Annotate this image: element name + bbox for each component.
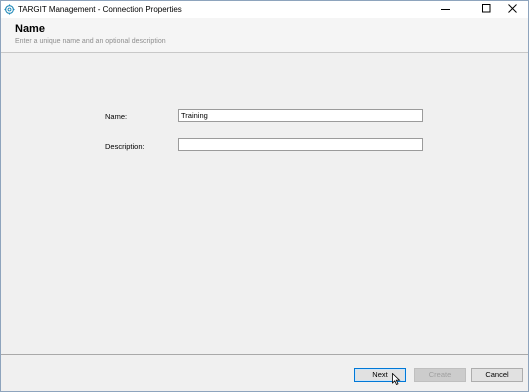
maximize-button[interactable] <box>474 1 501 18</box>
mouse-cursor-icon <box>392 373 401 385</box>
description-field[interactable] <box>178 138 423 151</box>
cancel-button[interactable]: Cancel <box>471 368 523 382</box>
description-label: Description: <box>105 142 145 151</box>
page-subtitle: Enter a unique name and an optional desc… <box>15 38 166 45</box>
dialog-window: TARGIT Management - Connection Propertie… <box>0 0 529 392</box>
close-button[interactable] <box>500 1 527 18</box>
title-bar[interactable]: TARGIT Management - Connection Propertie… <box>1 1 528 18</box>
wizard-header: Name Enter a unique name and an optional… <box>1 18 528 53</box>
minimize-button[interactable] <box>433 1 460 18</box>
close-icon <box>508 4 517 13</box>
name-field[interactable] <box>178 109 423 122</box>
app-gear-icon <box>4 4 15 15</box>
maximize-icon <box>482 4 491 13</box>
page-title: Name <box>15 23 45 35</box>
window-title: TARGIT Management - Connection Propertie… <box>18 5 182 14</box>
name-label: Name: <box>105 112 128 121</box>
form-area <box>1 53 528 355</box>
create-button[interactable]: Create <box>414 368 466 382</box>
footer-divider <box>1 354 528 355</box>
minimize-icon <box>441 9 450 10</box>
